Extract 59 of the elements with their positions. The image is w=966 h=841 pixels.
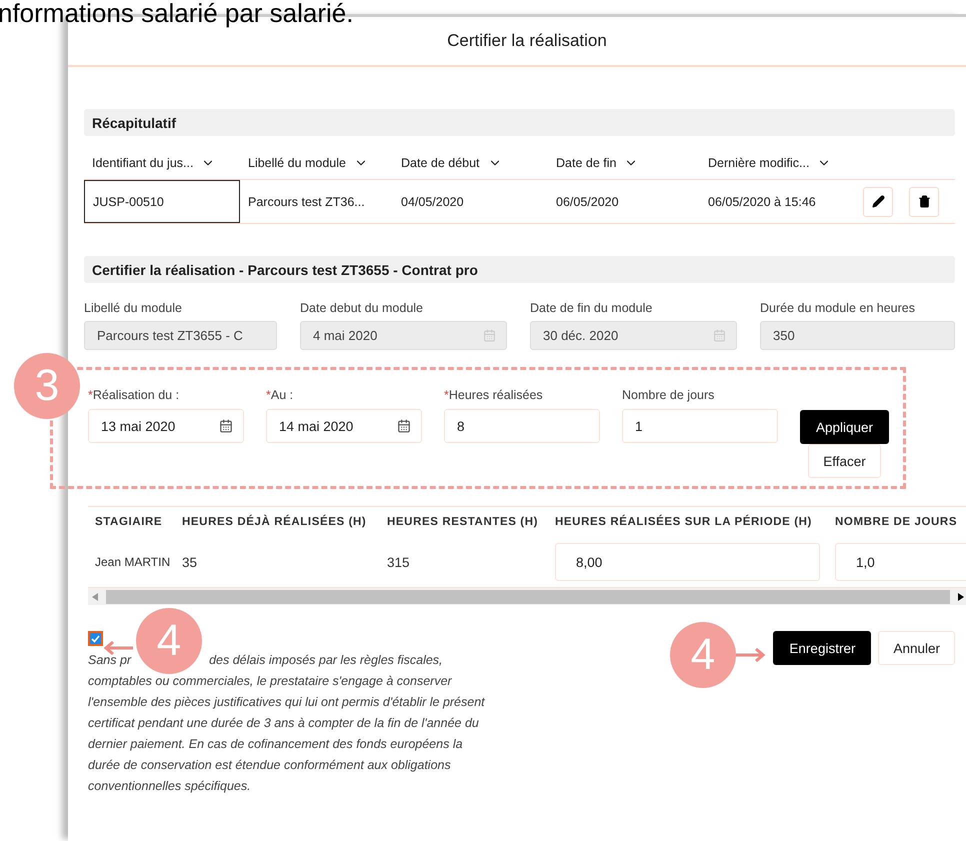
section-header: Certifier la réalisation - Parcours test ZT3655 - Contrat pro	[84, 256, 955, 283]
input-field[interactable]: 1	[622, 409, 778, 443]
section-header: Récapitulatif	[84, 109, 955, 136]
column-header: HEURES RÉALISÉES SUR LA PÉRIODE (H)	[554, 516, 813, 528]
column-header: HEURES DÉJÀ RÉALISÉES (H)	[181, 516, 368, 528]
pencil-icon	[872, 195, 884, 208]
input-field[interactable]: Parcours test ZT3655 - C	[84, 321, 277, 350]
input-field[interactable]: 13 mai 2020	[88, 409, 244, 443]
column-header: NOMBRE DE JOURS	[834, 516, 958, 528]
column-header[interactable]: Dernière modific...	[700, 151, 855, 175]
column-header: STAGIAIRE	[94, 516, 164, 528]
dialog-title: Certifier la réalisation	[447, 31, 607, 51]
trash-icon	[918, 195, 930, 208]
table-cell-text: 315	[386, 554, 411, 570]
save-button[interactable]: Enregistrer	[773, 631, 872, 665]
calendar-icon	[397, 419, 411, 433]
field-label: Libellé du module	[84, 301, 183, 316]
arrow	[736, 647, 766, 663]
column-header[interactable]: Libellé du module	[240, 151, 393, 175]
delete-button[interactable]	[909, 186, 939, 216]
table-cell-text: 06/05/2020	[555, 194, 620, 210]
table-cell-text: 06/05/2020 à 15:46	[707, 194, 817, 210]
input-field[interactable]: 14 mai 2020	[266, 409, 422, 443]
input-field[interactable]: 350	[760, 321, 955, 350]
scrollbar[interactable]	[88, 587, 966, 605]
apply-button[interactable]: Appliquer	[800, 410, 890, 444]
input-field[interactable]: 30 déc. 2020	[530, 321, 737, 350]
step-marker: 3	[14, 353, 80, 419]
checkbox[interactable]	[88, 631, 103, 646]
field-label: Nombre de jours	[622, 388, 716, 403]
column-header[interactable]: Identifiant du jus...	[84, 151, 240, 175]
field-label: *Heures réalisées	[444, 388, 544, 403]
arrow	[103, 640, 133, 656]
column-header[interactable]: Date de fin	[548, 151, 700, 175]
table-cell-text: 04/05/2020	[400, 194, 465, 210]
input-field[interactable]: 1,0	[835, 543, 966, 581]
field-label: Durée du module en heures	[760, 301, 916, 316]
field-label: *Réalisation du :	[88, 388, 180, 403]
table-cell: JUSP-00510	[84, 180, 240, 223]
column-header: HEURES RESTANTES (H)	[386, 516, 540, 528]
edit-button[interactable]	[863, 186, 893, 216]
table-cell-text: 35	[181, 554, 198, 570]
table-cell-text: Parcours test ZT36...	[247, 194, 366, 210]
field-label: Date de fin du module	[530, 301, 654, 316]
calendar-icon	[483, 329, 496, 342]
field-label: *Au :	[266, 388, 294, 403]
scroll-right-icon[interactable]	[958, 592, 964, 600]
input-field[interactable]: 8	[444, 409, 600, 443]
cancel-button[interactable]: Annuler	[878, 631, 955, 665]
field-label: Date debut du module	[300, 301, 424, 316]
column-header[interactable]: Date de début	[393, 151, 548, 175]
caption-text: nformations salarié par salarié.	[0, 0, 354, 29]
clear-button[interactable]: Effacer	[808, 444, 881, 478]
calendar-icon	[219, 419, 233, 433]
calendar-icon	[713, 329, 726, 342]
table-cell-text: Jean MARTIN	[94, 555, 172, 569]
check-icon	[91, 634, 100, 642]
input-field[interactable]: 8,00	[555, 543, 820, 581]
input-field[interactable]: 4 mai 2020	[300, 321, 507, 350]
